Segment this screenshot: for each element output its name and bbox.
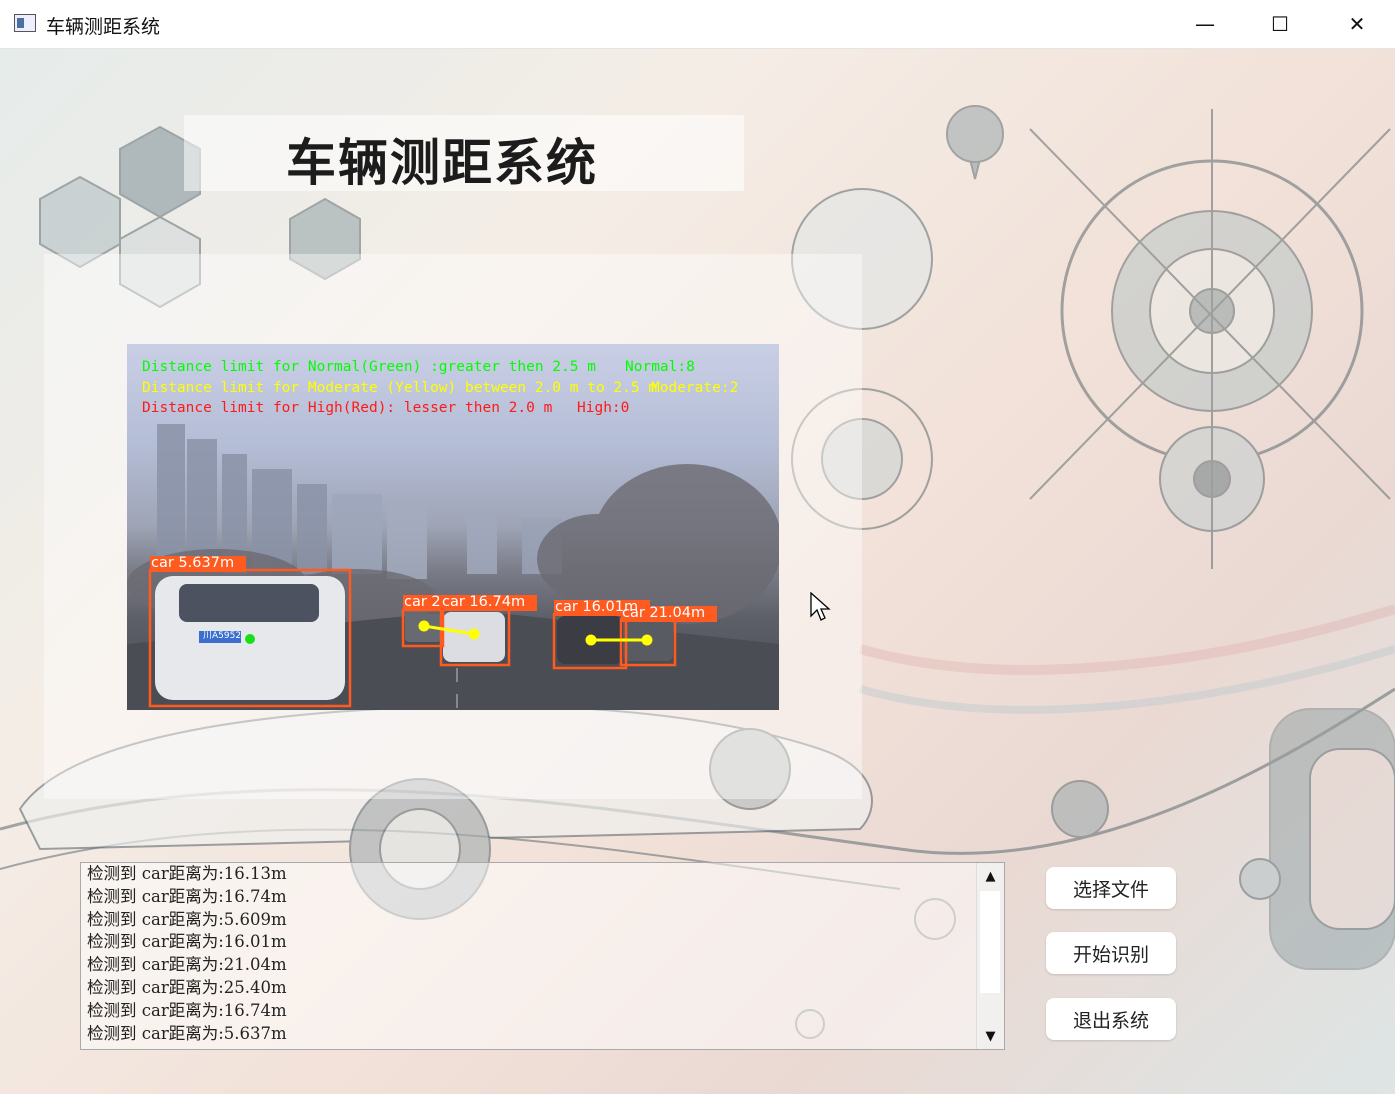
normal-count-text: Normal:8 — [625, 359, 695, 375]
car-label-5: car 21.04m — [622, 605, 706, 621]
log-line: 检测到 car距离为:25.40m — [87, 977, 287, 997]
mouse-cursor-icon — [810, 592, 831, 621]
select-file-button[interactable]: 选择文件 — [1046, 867, 1176, 909]
high-limit-text: Distance limit for High(Red): lesser the… — [142, 400, 553, 416]
log-line: 检测到 car距离为:16.13m — [87, 864, 287, 883]
detection-log-textbox[interactable]: 检测到 car距离为:16.13m 检测到 car距离为:16.74m 检测到 … — [80, 862, 1005, 1050]
main-canvas: 车辆测距系统 Distance limit for Normal(Green) … — [0, 49, 1395, 1094]
high-count-text: High:0 — [577, 400, 630, 416]
minimize-button[interactable]: — — [1167, 0, 1243, 48]
log-line: 检测到 car距离为:16.01m — [87, 932, 287, 952]
moderate-limit-text: Distance limit for Moderate (Yellow) bet… — [142, 380, 658, 396]
moderate-count-text: Moderate:2 — [651, 380, 739, 396]
close-button[interactable]: ✕ — [1319, 0, 1395, 48]
log-lines: 检测到 car距离为:16.13m 检测到 car距离为:16.74m 检测到 … — [87, 863, 287, 1045]
app-icon — [14, 14, 36, 32]
car-label-1: car 5.637m — [151, 555, 235, 571]
street-scene — [127, 424, 779, 710]
log-line: 检测到 car距离为:16.74m — [87, 886, 287, 906]
car-label-3: car 16.74m — [442, 594, 526, 610]
log-line: 检测到 car距离为:5.637m — [87, 1023, 287, 1043]
scroll-down-arrow-icon[interactable]: ▼ — [977, 1023, 1004, 1049]
car-label-2: car 2 — [404, 594, 441, 610]
window-titlebar: 车辆测距系统 — ☐ ✕ — [0, 0, 1395, 49]
page-title: 车辆测距系统 — [286, 134, 598, 192]
start-recognition-button[interactable]: 开始识别 — [1046, 932, 1176, 974]
license-plate: 川A5952 — [203, 631, 242, 641]
log-scrollbar[interactable]: ▲ ▼ — [976, 863, 1004, 1049]
log-line: 检测到 car距离为:16.74m — [87, 1000, 287, 1020]
scroll-up-arrow-icon[interactable]: ▲ — [977, 863, 1004, 889]
log-line: 检测到 car距离为:21.04m — [87, 955, 287, 975]
maximize-button[interactable]: ☐ — [1242, 0, 1318, 48]
normal-limit-text: Distance limit for Normal(Green) :greate… — [142, 359, 596, 375]
log-line: 检测到 car距离为:5.609m — [87, 909, 287, 929]
window-title: 车辆测距系统 — [46, 16, 161, 38]
detection-video-frame: Distance limit for Normal(Green) :greate… — [127, 344, 779, 710]
scroll-thumb[interactable] — [980, 891, 1000, 993]
exit-system-button[interactable]: 退出系统 — [1046, 998, 1176, 1040]
